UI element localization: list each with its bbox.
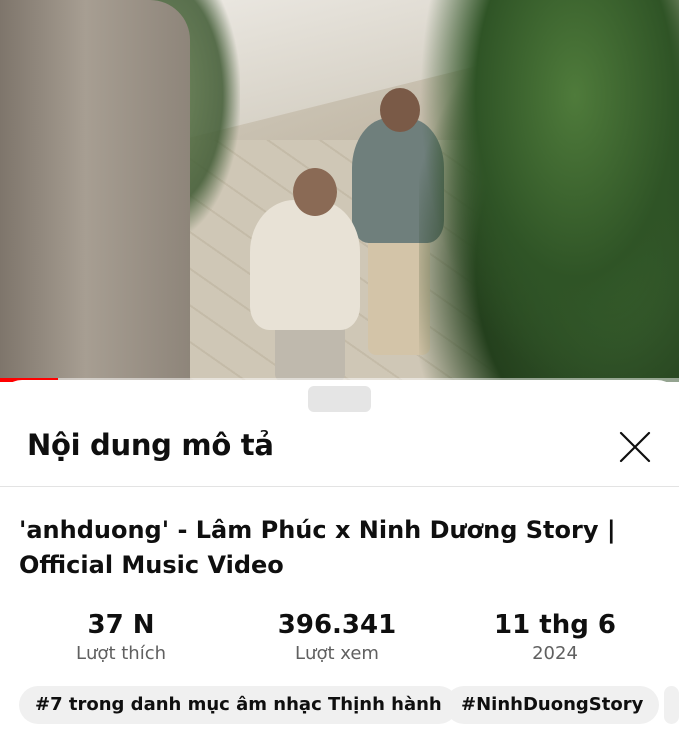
close-icon <box>619 431 651 463</box>
sheet-title: Nội dung mô tả <box>27 428 274 462</box>
video-title: 'anhduong' - Lâm Phúc x Ninh Dương Story… <box>19 516 616 579</box>
divider <box>0 486 679 487</box>
video-frame-plant <box>419 0 679 382</box>
description-sheet: Nội dung mô tả 'anhduong' - Lâm Phúc x N… <box>0 380 679 730</box>
hashtag-chip-more[interactable] <box>664 686 679 724</box>
hashtag-chip-trending[interactable]: #7 trong danh mục âm nhạc Thịnh hành <box>19 686 458 724</box>
video-player[interactable] <box>0 0 679 382</box>
stat-views: 396.341 Lượt xem <box>237 608 437 666</box>
hashtag-chip-ninhduongstory[interactable]: #NinhDuongStory <box>445 686 660 724</box>
stat-date: 11 thg 6 2024 <box>455 608 655 666</box>
video-frame-person <box>380 88 420 132</box>
drag-handle[interactable] <box>308 386 371 412</box>
video-frame-pillar <box>0 0 190 382</box>
stat-label: 2024 <box>532 643 578 664</box>
stat-value: 37 N <box>87 610 155 640</box>
stat-label: Lượt thích <box>76 643 166 664</box>
close-button[interactable] <box>616 428 654 466</box>
video-frame-person <box>250 200 360 330</box>
stat-value: 396.341 <box>277 610 397 640</box>
video-frame-person <box>293 168 337 216</box>
stat-value: 11 thg 6 <box>494 610 616 640</box>
stat-likes: 37 N Lượt thích <box>21 608 221 666</box>
stat-label: Lượt xem <box>295 643 379 664</box>
